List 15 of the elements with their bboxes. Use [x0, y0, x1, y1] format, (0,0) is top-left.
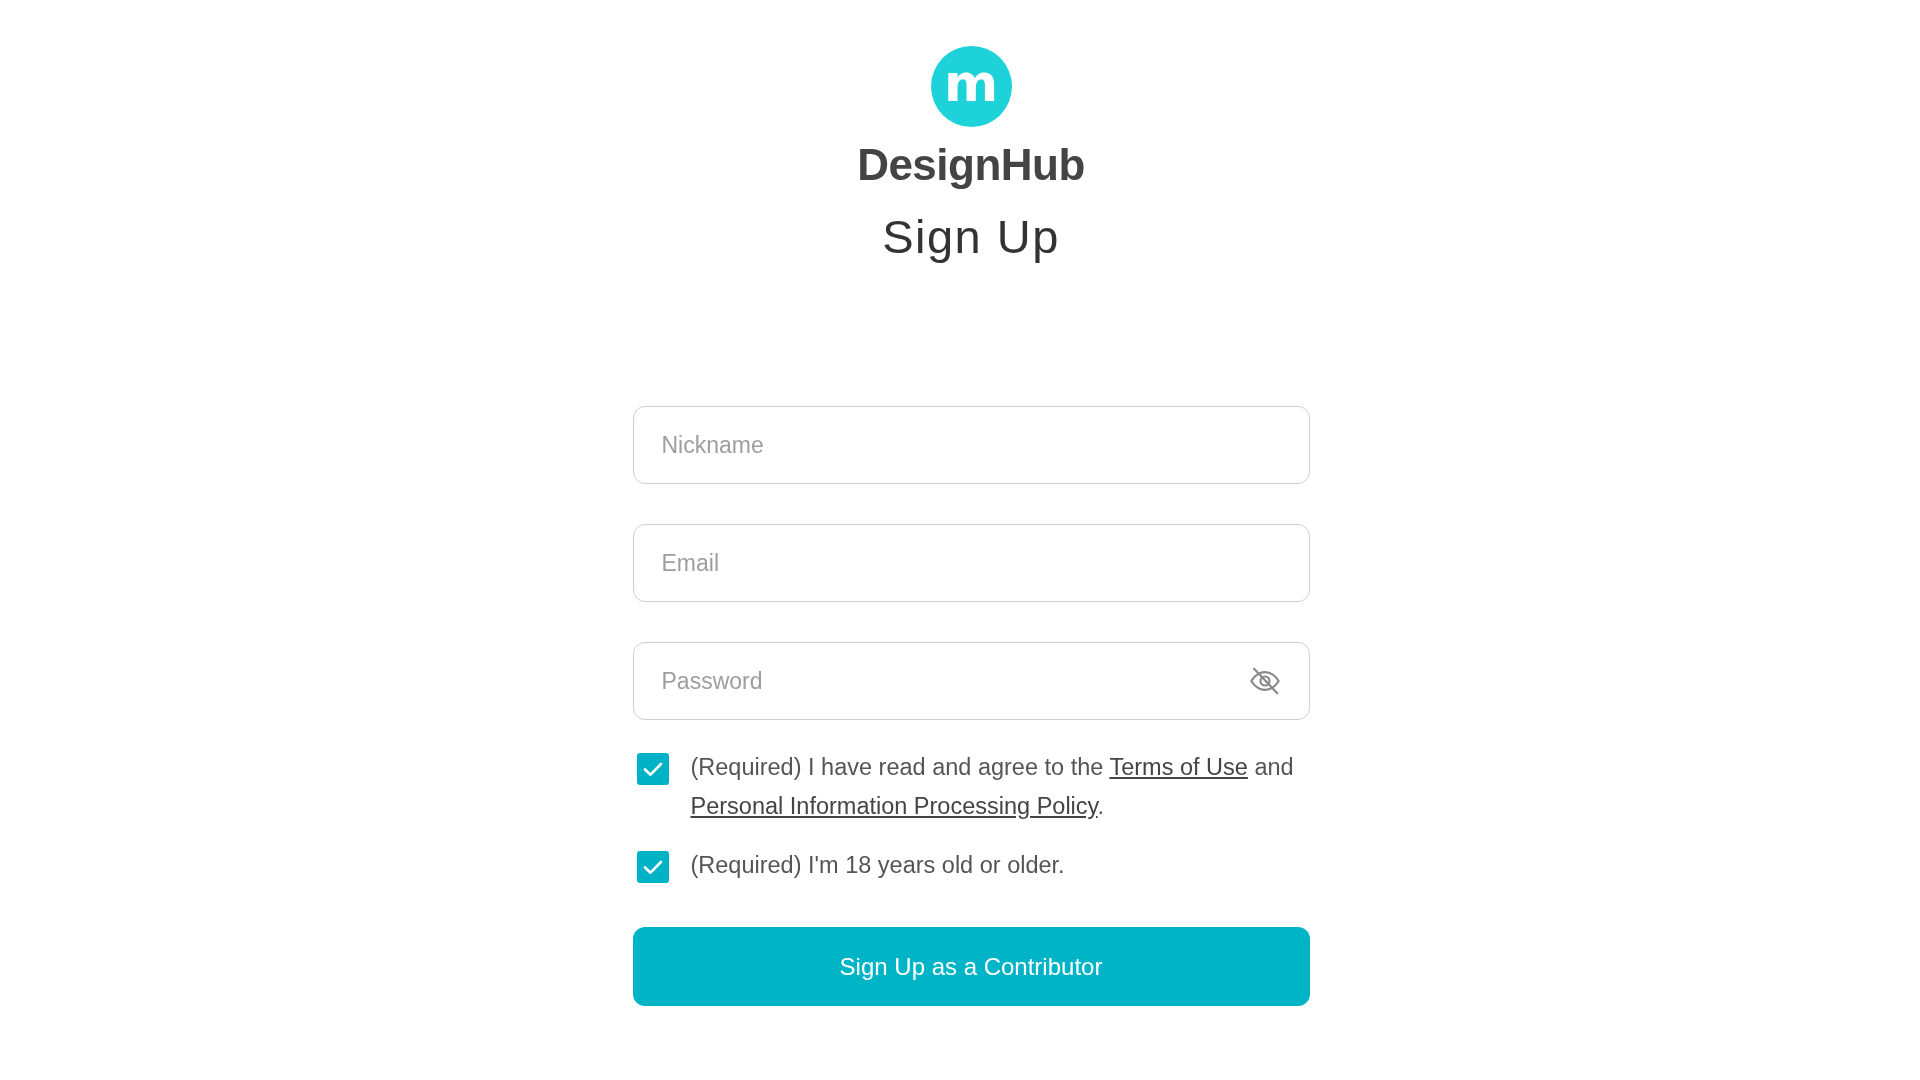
- text-field[interactable]: Nickname: [632, 406, 1310, 484]
- logo-mark: m: [930, 46, 1012, 127]
- checkbox[interactable]: [636, 753, 669, 785]
- brand-name: DesignHub: [857, 141, 1085, 189]
- page-title: Sign Up: [882, 209, 1060, 265]
- eye-slash-icon[interactable]: [1249, 666, 1280, 696]
- agreement-link[interactable]: Terms of Use: [1109, 754, 1248, 780]
- agreement-text: (Required) I have read and agree to the Terms of Use and Personal Information Processing Policy.: [690, 753, 1295, 821]
- checkbox[interactable]: [636, 851, 669, 883]
- agreement-link[interactable]: Personal Information Processing Policy: [690, 793, 1098, 819]
- text-field[interactable]: Email: [632, 524, 1310, 602]
- checkmark-icon: [642, 859, 663, 875]
- agreement-text: (Required) I'm 18 years old or older.: [690, 851, 1065, 880]
- checkmark-icon: [642, 761, 663, 777]
- password-field[interactable]: Password: [632, 642, 1310, 720]
